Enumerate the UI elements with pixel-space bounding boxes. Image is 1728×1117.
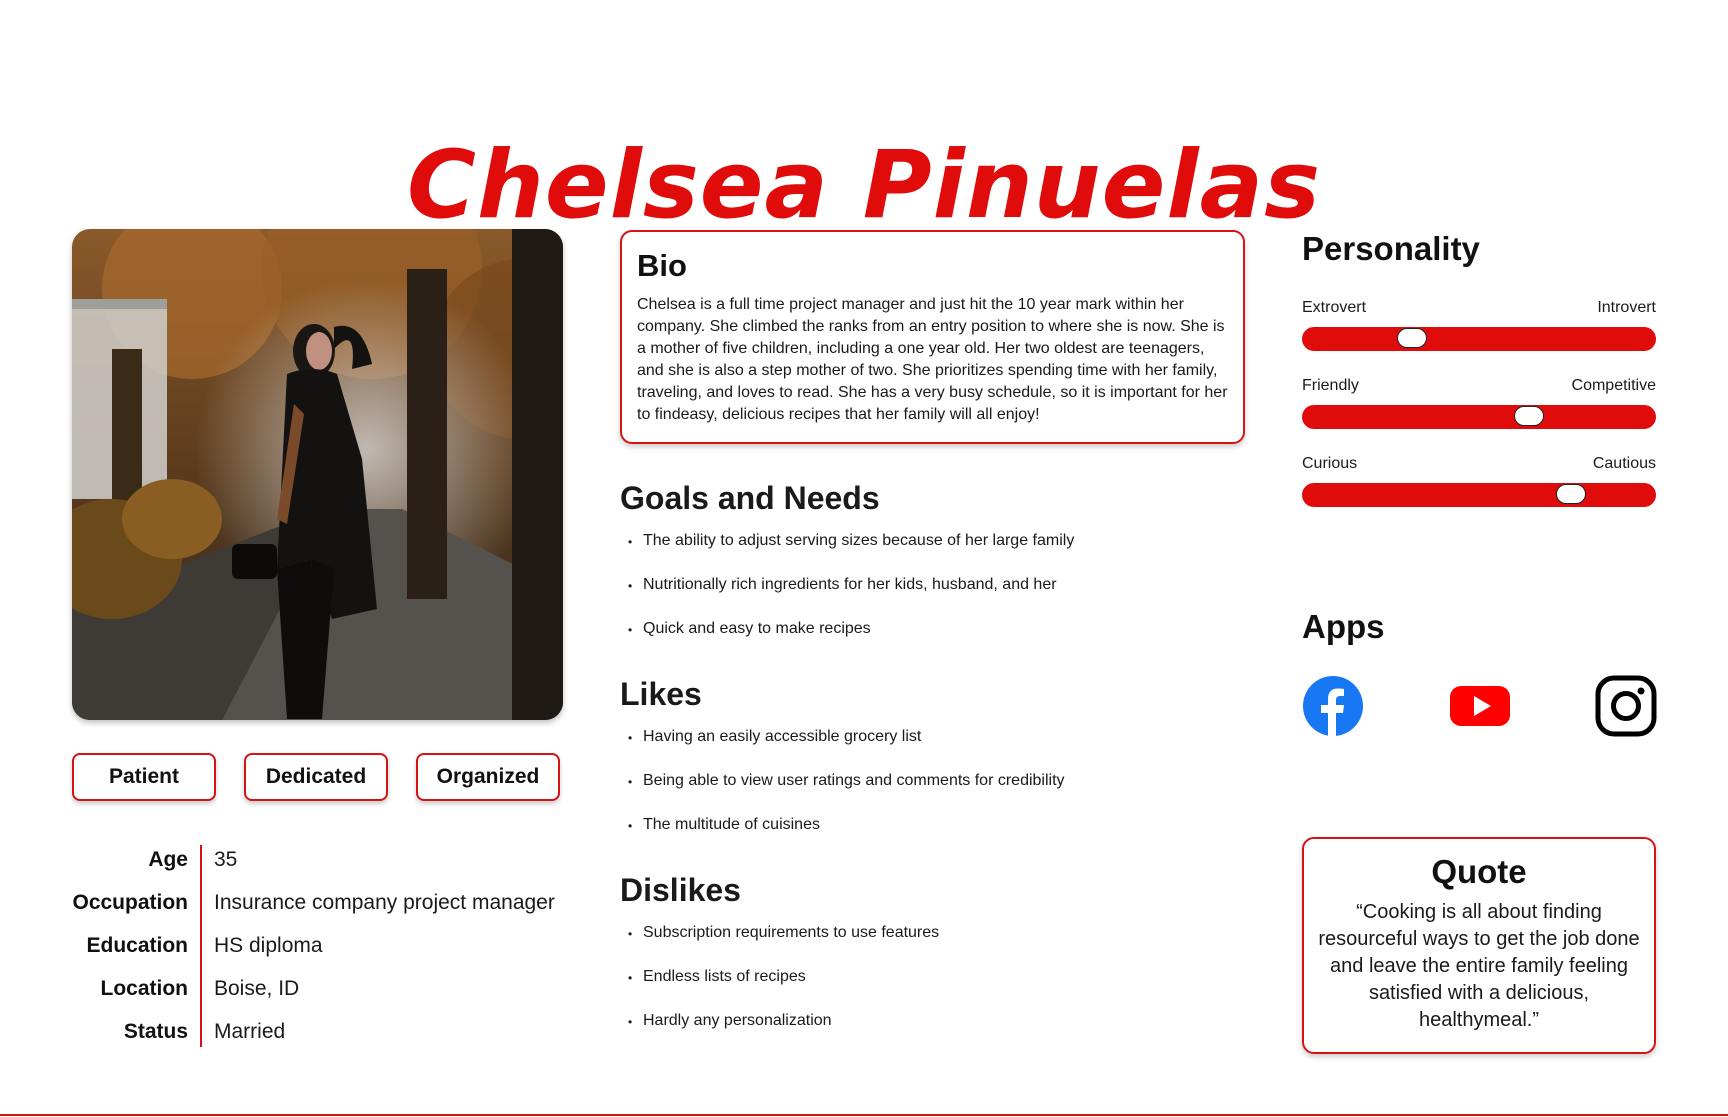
list-item: Quick and easy to make recipes (628, 620, 1074, 664)
list-item: The multitude of cuisines (628, 816, 1065, 860)
demographic-value-age: 35 (214, 848, 238, 871)
slider-left-label: Friendly (1302, 377, 1359, 394)
demographic-value-location: Boise, ID (214, 977, 300, 1000)
list-item: Being able to view user ratings and comm… (628, 772, 1065, 816)
instagram-icon (1595, 675, 1657, 737)
facebook-icon (1302, 675, 1364, 737)
personality-slider-curious-cautious (1302, 483, 1656, 507)
apps-title: Apps (1302, 608, 1385, 645)
persona-name: Chelsea Pinuelas (406, 130, 1322, 240)
youtube-icon (1449, 675, 1511, 737)
list-item: Having an easily accessible grocery list (628, 728, 1065, 772)
bio-title: Bio (637, 248, 687, 283)
demographic-row-status: Status (24, 1020, 188, 1050)
slider-right-label: Cautious (1592, 455, 1656, 472)
list-item: Endless lists of recipes (628, 968, 939, 1012)
bio-card: Bio Chelsea is a full time project manag… (620, 230, 1245, 444)
likes-title: Likes (620, 676, 702, 712)
slider-knob (1556, 484, 1587, 504)
personality-slider-extrovert-introvert (1302, 327, 1656, 351)
dislikes-title: Dislikes (620, 872, 741, 908)
quote-card: Quote “Cooking is all about finding reso… (1302, 837, 1656, 1054)
persona-photo (72, 229, 563, 720)
bottom-divider (0, 1114, 1728, 1116)
slider-left-label: Extrovert (1302, 299, 1367, 316)
goals-list: The ability to adjust serving sizes beca… (628, 532, 1074, 664)
demographic-row-age: Age (24, 848, 188, 878)
trait-badge-patient: Patient (72, 753, 216, 801)
slider-right-label: Competitive (1571, 377, 1656, 394)
demographic-label: Location (100, 977, 189, 1000)
demographic-label: Status (123, 1020, 188, 1043)
list-item: Subscription requirements to use feature… (628, 924, 939, 968)
quote-title: Quote (1431, 853, 1527, 890)
trait-badge-organized: Organized (416, 753, 560, 801)
demographic-value-status: Married (214, 1020, 286, 1043)
list-item: The ability to adjust serving sizes beca… (628, 532, 1074, 576)
demographic-value-occupation: Insurance company project manager (214, 891, 555, 914)
dislikes-list: Subscription requirements to use feature… (628, 924, 939, 1056)
demographic-row-occupation: Occupation (24, 891, 188, 921)
trait-badge-dedicated: Dedicated (244, 753, 388, 801)
bio-text: Chelsea is a full time project manager a… (637, 296, 1228, 423)
demographic-row-education: Education (24, 934, 188, 964)
personality-title: Personality (1302, 230, 1480, 267)
list-item: Hardly any personalization (628, 1012, 939, 1056)
slider-knob (1396, 328, 1427, 348)
demographic-label: Age (148, 848, 188, 871)
goals-title: Goals and Needs (620, 480, 880, 516)
demographic-row-location: Location (24, 977, 189, 1007)
slider-left-label: Curious (1302, 455, 1358, 472)
personality-slider-friendly-competitive (1302, 405, 1656, 429)
slider-knob (1513, 406, 1544, 426)
likes-list: Having an easily accessible grocery list… (628, 728, 1065, 860)
demographic-value-education: HS diploma (214, 934, 323, 957)
quote-text: “Cooking is all about finding resourcefu… (1318, 901, 1640, 1031)
demographic-label: Education (86, 934, 188, 957)
demographic-label: Occupation (72, 891, 188, 914)
list-item: Nutritionally rich ingredients for her k… (628, 576, 1074, 620)
demographics-divider (200, 845, 202, 1047)
slider-right-label: Introvert (1597, 299, 1656, 316)
